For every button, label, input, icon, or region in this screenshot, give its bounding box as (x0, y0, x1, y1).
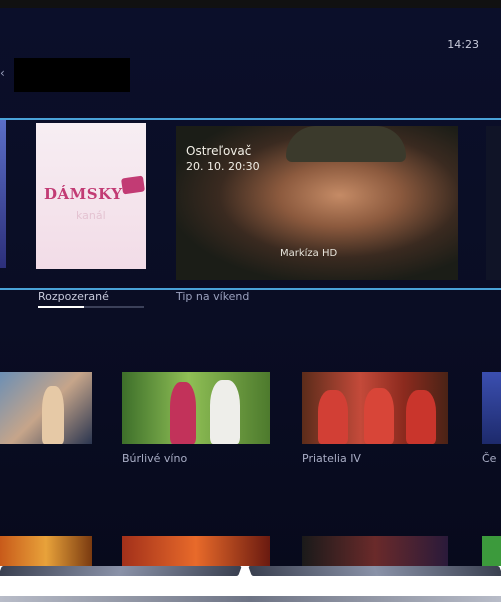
tab-weekend-tip[interactable]: Tip na víkend (176, 290, 249, 303)
poster-art (286, 126, 406, 162)
tab-active-indicator (38, 306, 84, 308)
thumb-person (318, 390, 348, 444)
thumb-person (364, 388, 394, 444)
featured-time: 20. 10. 20:30 (186, 160, 260, 173)
tv-stand-base (0, 596, 501, 602)
channel-logo-icon (120, 175, 146, 195)
hero-card-damsky-kanal[interactable]: DÁMSKY kanál (36, 123, 146, 269)
thumbnail-caption: Búrlivé víno (122, 452, 188, 465)
thumbnail-4[interactable] (482, 372, 501, 444)
status-clock: 14:23 (447, 38, 479, 51)
tv-stand-right (248, 566, 501, 576)
tab-track (84, 306, 144, 308)
hero-card-next[interactable] (486, 126, 501, 280)
thumb-person (406, 390, 436, 444)
thumbnail-burlive-vino[interactable] (122, 372, 270, 444)
featured-channel: Markíza HD (280, 248, 338, 259)
hero-card-previous[interactable] (0, 120, 6, 268)
thumbnail-caption: Priatelia IV (302, 452, 361, 465)
tv-stand-left (0, 566, 242, 576)
hero-card-featured[interactable]: Ostreľovač 20. 10. 20:30 Markíza HD (176, 126, 458, 280)
app-logo-area (14, 58, 130, 92)
thumb-person (210, 380, 240, 444)
thumbnail-priatelia-iv[interactable] (302, 372, 448, 444)
channel-logo-text: DÁMSKY (44, 185, 123, 203)
thumbnail-1[interactable] (0, 372, 92, 444)
tab-watched[interactable]: Rozpozerané (38, 290, 109, 303)
thumb-person (170, 382, 196, 444)
back-icon[interactable]: ‹ (0, 66, 5, 80)
focus-highlight-top (0, 118, 501, 120)
channel-logo-subtext: kanál (76, 209, 106, 222)
thumb-person (42, 386, 64, 444)
tv-screen: 14:23 ‹ DÁMSKY kanál Ostreľovač 20. 10. … (0, 8, 501, 573)
featured-title: Ostreľovač (186, 144, 252, 158)
thumbnail-caption: Če (482, 452, 497, 465)
